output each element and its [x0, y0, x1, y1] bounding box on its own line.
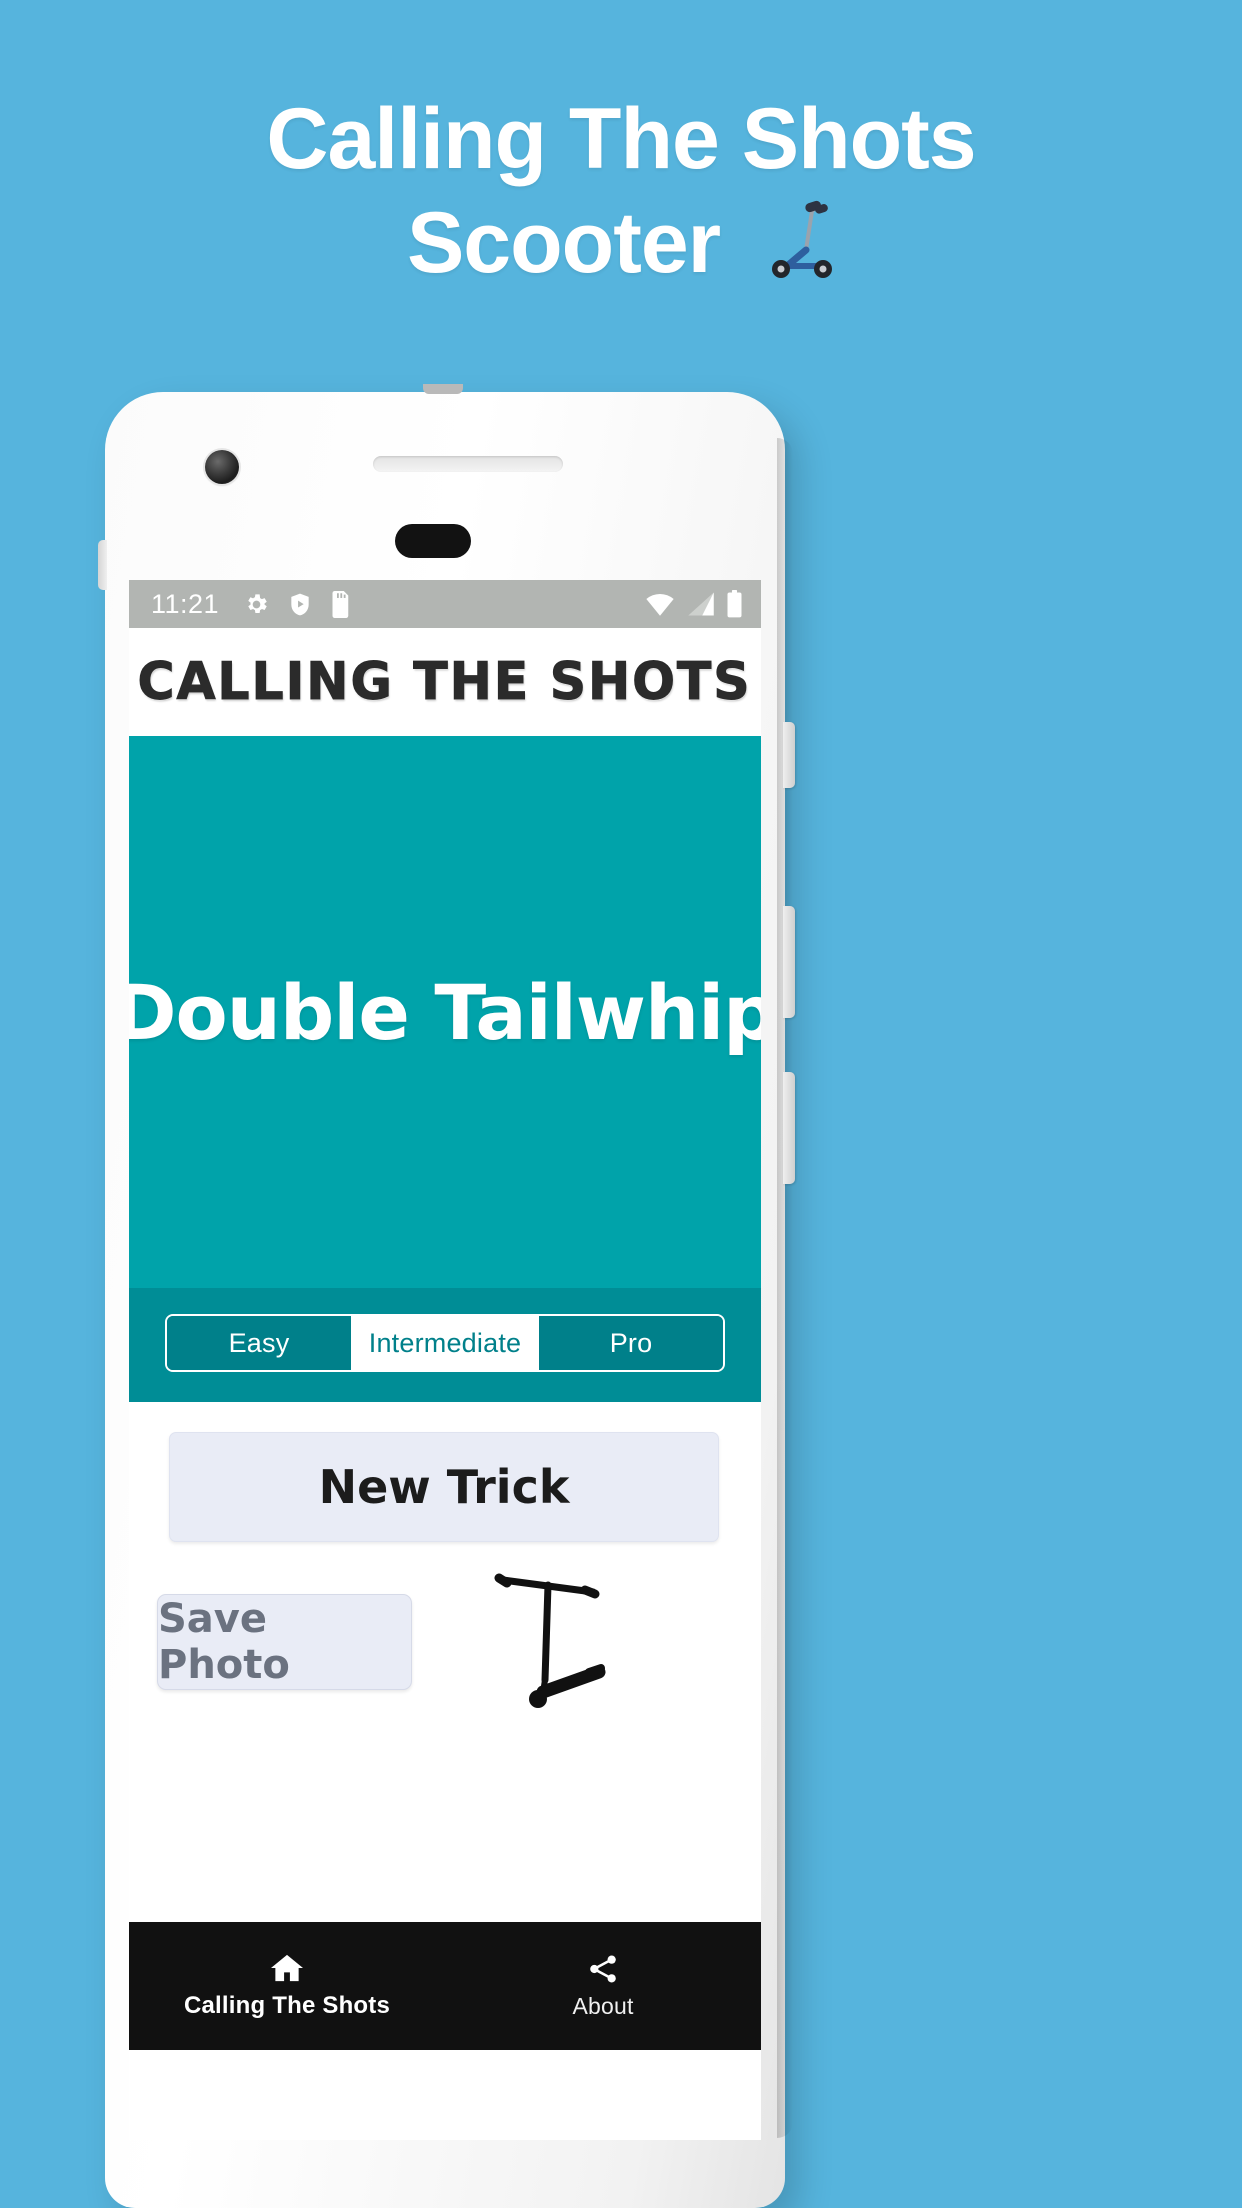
difficulty-option-pro[interactable]: Pro: [539, 1316, 723, 1370]
phone-edge-shadow: [777, 438, 793, 2138]
bottom-navigation: Calling The Shots About: [129, 1922, 761, 2050]
phone-side-button-volume-up[interactable]: [783, 906, 795, 1018]
phone-left-side-button[interactable]: [98, 540, 107, 590]
status-bar: 11:21: [129, 580, 761, 628]
gear-icon: [243, 591, 270, 618]
difficulty-band: Easy Intermediate Pro: [129, 1288, 761, 1402]
kick-scooter-emoji: [757, 194, 835, 280]
app-title: CALLING THE SHOTS: [137, 652, 753, 713]
trick-name: Double Tailwhip: [129, 967, 761, 1057]
nav-item-about[interactable]: About: [445, 1922, 761, 2050]
nav-label-about: About: [572, 1992, 634, 2019]
promo-line-2-wrapper: Scooter: [0, 194, 1242, 288]
promo-line-1: Calling The Shots: [266, 91, 976, 187]
promo-line-2: Scooter: [406, 194, 721, 291]
trick-hero-card: Double Tailwhip: [129, 736, 761, 1288]
difficulty-option-easy[interactable]: Easy: [167, 1316, 353, 1370]
phone-side-button-volume-down[interactable]: [783, 1072, 795, 1184]
phone-side-button-power[interactable]: [783, 722, 795, 788]
new-trick-button[interactable]: New Trick: [169, 1432, 719, 1542]
scooter-line-art-icon: [485, 1568, 615, 1718]
front-camera-icon: [205, 450, 239, 484]
save-photo-button[interactable]: Save Photo: [157, 1594, 412, 1690]
earpiece-speaker: [373, 456, 563, 472]
sensor-pill: [395, 524, 471, 558]
status-bar-left-icons: [243, 590, 353, 618]
nav-label-calling-the-shots: Calling The Shots: [183, 1992, 391, 2019]
sd-card-icon: [330, 590, 353, 618]
phone-mockup: 11:21 CALLING THE SHOTS Double Tailwhip …: [98, 384, 795, 2208]
nav-item-calling-the-shots[interactable]: Calling The Shots: [129, 1922, 445, 2050]
phone-screen: 11:21 CALLING THE SHOTS Double Tailwhip …: [129, 580, 761, 2140]
difficulty-option-intermediate[interactable]: Intermediate: [353, 1316, 539, 1370]
phone-top-nub: [423, 384, 463, 394]
app-content: New Trick Save Photo Calling The Shots A…: [129, 1402, 761, 2050]
share-icon: [586, 1953, 620, 1985]
battery-icon: [726, 590, 743, 618]
app-title-bar: CALLING THE SHOTS: [129, 628, 761, 736]
play-shield-icon: [287, 591, 313, 618]
cell-signal-icon: [687, 591, 715, 617]
home-icon: [269, 1952, 305, 1984]
status-bar-time: 11:21: [151, 588, 220, 619]
status-bar-right-icons: [644, 590, 743, 618]
difficulty-segmented-control[interactable]: Easy Intermediate Pro: [165, 1314, 725, 1372]
promo-headline: Calling The Shots Scooter: [0, 91, 1242, 288]
wifi-icon: [644, 591, 676, 617]
